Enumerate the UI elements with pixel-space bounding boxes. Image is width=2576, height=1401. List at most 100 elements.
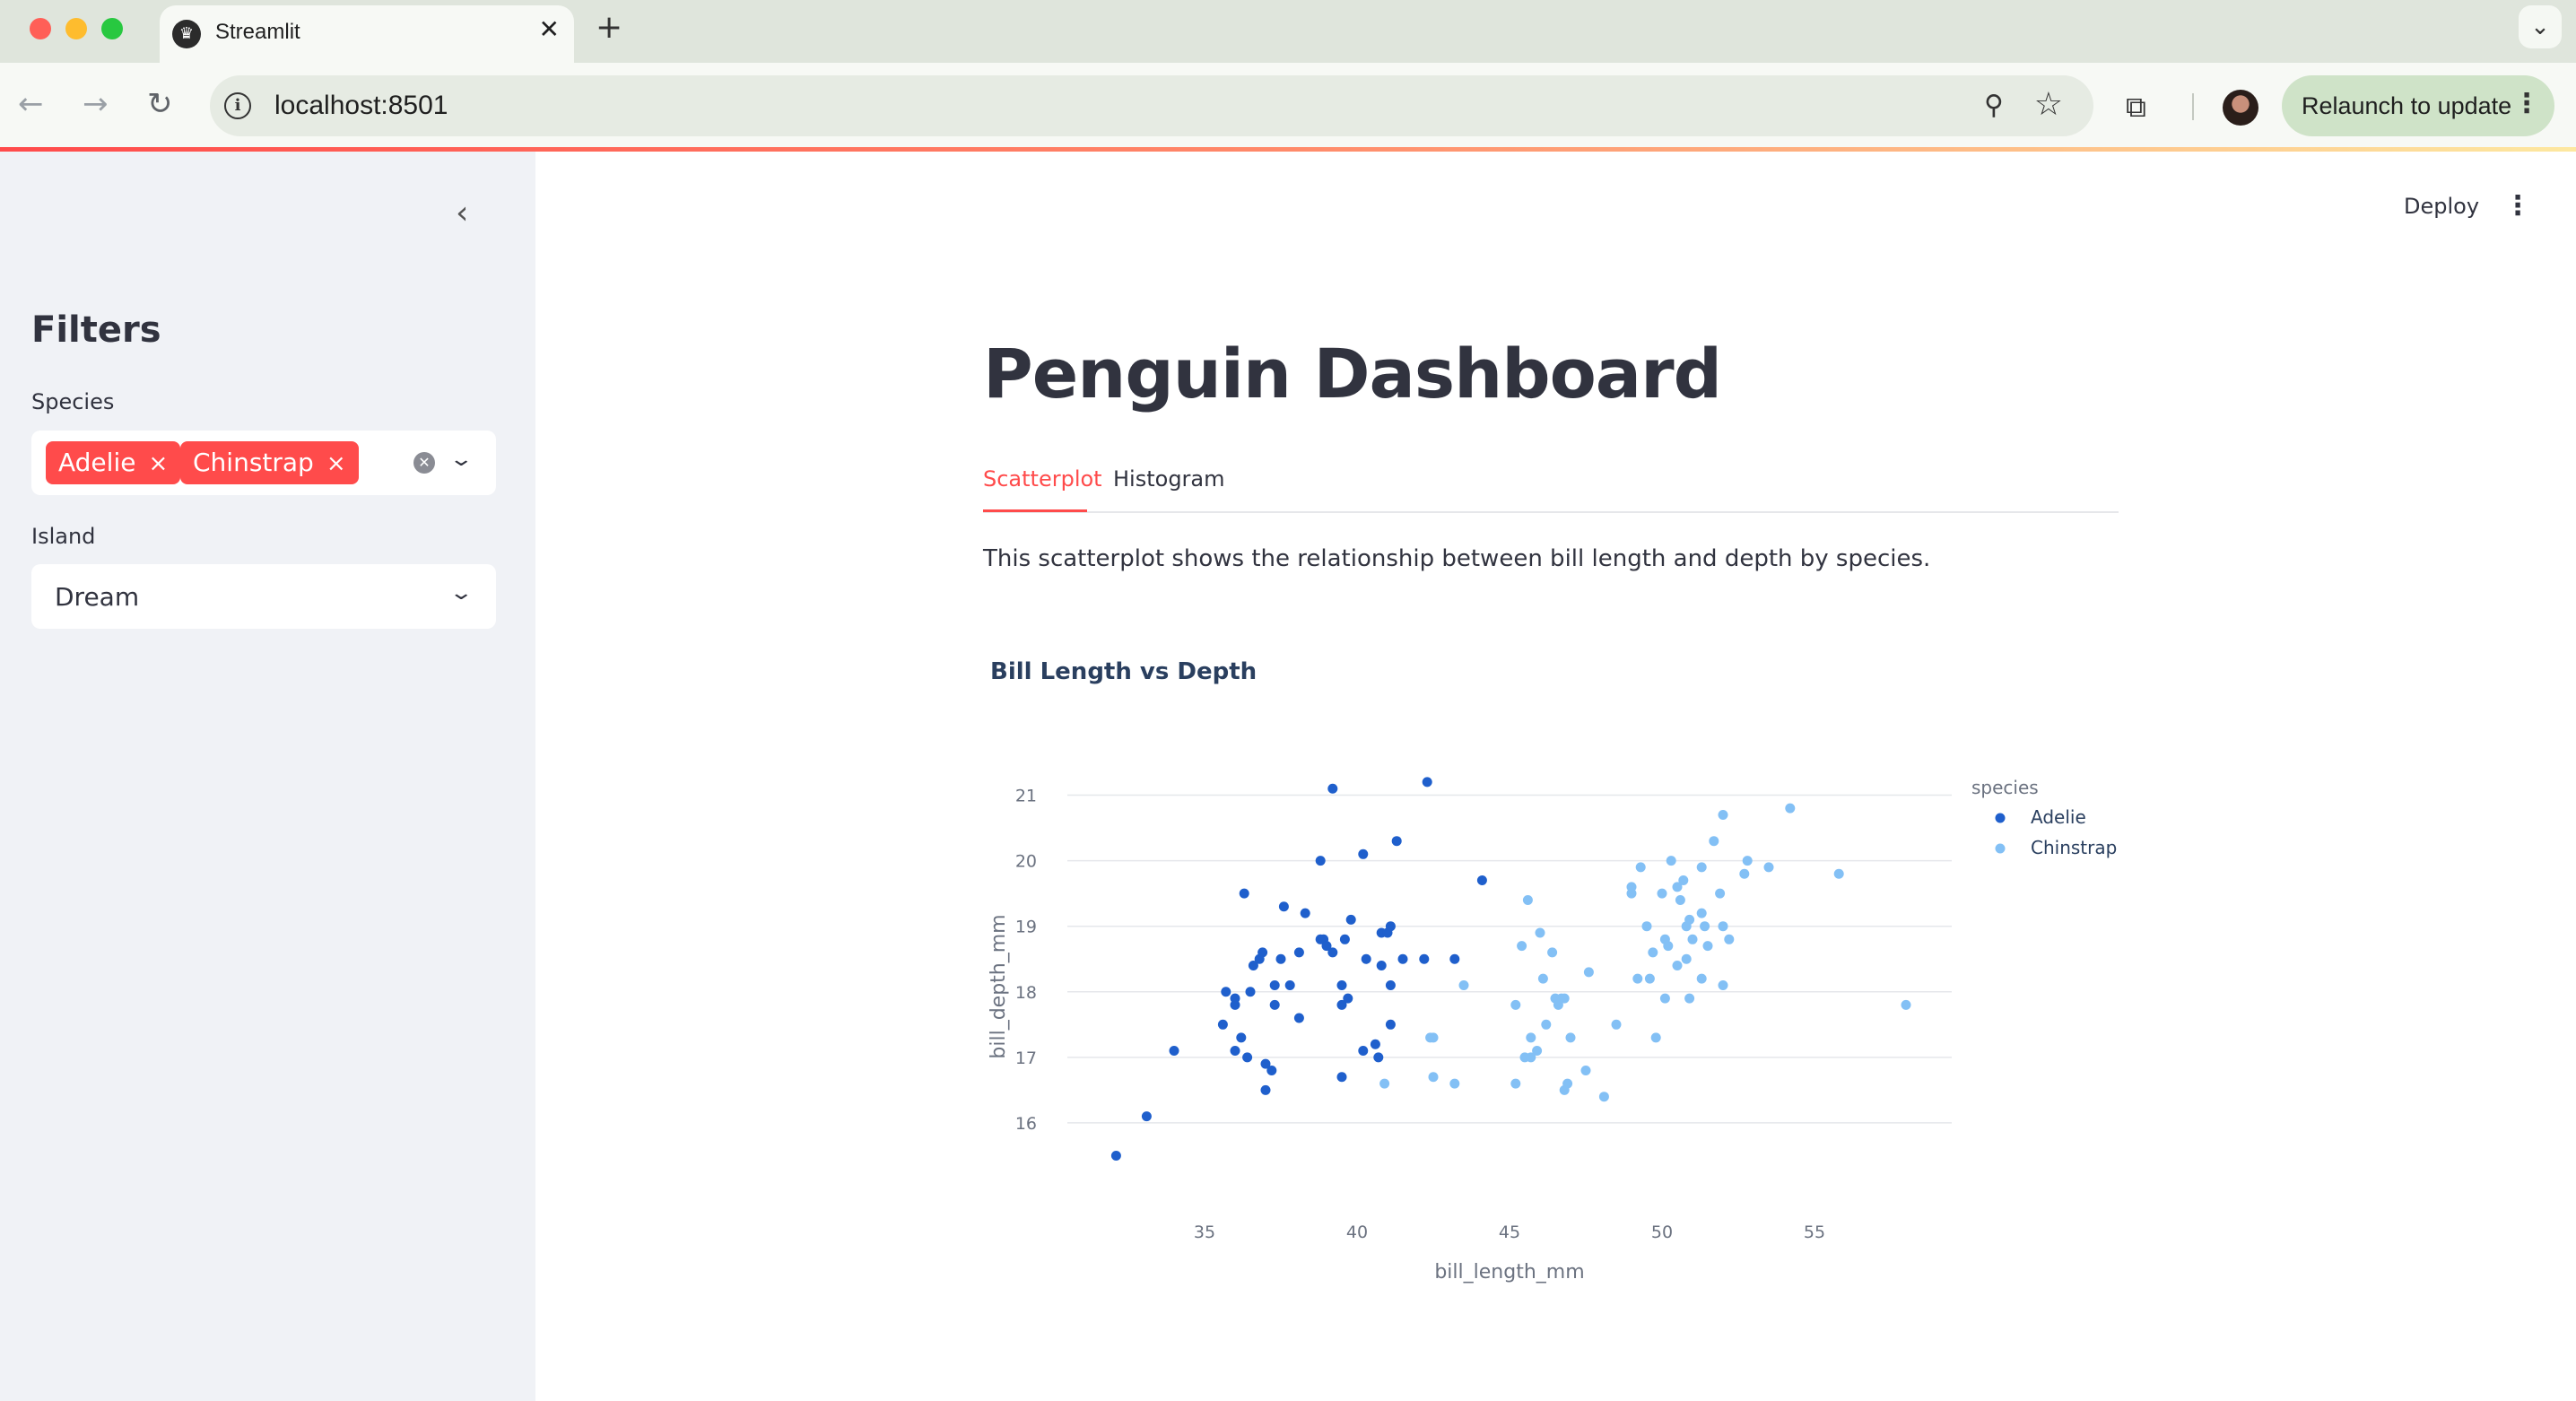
scatter-chart[interactable]: Bill Length vs Depth 16 17 18 19 20 21 35 40 45… (978, 646, 2135, 1292)
data-point-adelie (1239, 888, 1249, 899)
browser-tab[interactable]: ♛ Streamlit ✕ (160, 5, 574, 63)
y-axis-label: bill_depth_mm (988, 914, 1010, 1058)
data-point-adelie (1373, 1052, 1384, 1063)
chevron-down-icon[interactable]: ⌄ (448, 582, 474, 605)
window-minimize-button[interactable] (65, 18, 87, 39)
species-label: Species (31, 389, 115, 414)
data-point-chinstrap (1641, 921, 1652, 932)
deploy-button[interactable]: Deploy (2404, 194, 2479, 219)
island-label: Island (31, 524, 96, 549)
data-point-chinstrap (1833, 868, 1844, 879)
tab-scatterplot[interactable]: Scatterplot (983, 466, 1102, 492)
back-arrow-icon[interactable]: ← (18, 84, 44, 124)
window-maximize-button[interactable] (101, 18, 123, 39)
chevron-down-icon[interactable]: ⌄ (448, 448, 474, 471)
site-info-icon[interactable]: i (224, 92, 251, 119)
data-point-adelie (1419, 953, 1430, 964)
y-tick-label: 17 (1015, 1049, 1037, 1068)
data-point-adelie (1269, 979, 1280, 990)
data-point-chinstrap (1785, 803, 1796, 814)
chip-label: Chinstrap (193, 448, 314, 477)
x-tick-label: 50 (1651, 1223, 1673, 1242)
data-point-chinstrap (1702, 941, 1713, 952)
chart-title: Bill Length vs Depth (990, 658, 1257, 685)
data-point-chinstrap (1510, 999, 1521, 1010)
x-tick-label: 40 (1346, 1223, 1368, 1242)
chart-points (1110, 777, 1911, 1161)
data-point-adelie (1293, 947, 1304, 958)
data-point-chinstrap (1541, 1019, 1552, 1030)
reload-icon[interactable]: ↻ (147, 84, 173, 124)
data-point-chinstrap (1657, 888, 1667, 899)
y-tick-label: 19 (1015, 918, 1037, 937)
zoom-icon[interactable]: ⚲ (1984, 90, 2004, 121)
data-point-adelie (1336, 979, 1347, 990)
data-point-adelie (1230, 1046, 1240, 1057)
page-title: Penguin Dashboard (983, 334, 1722, 413)
data-point-adelie (1476, 875, 1487, 886)
x-axis-label: bill_length_mm (1434, 1261, 1584, 1284)
data-point-adelie (1376, 961, 1387, 971)
clear-all-icon[interactable]: ✕ (413, 452, 435, 474)
data-point-adelie (1315, 856, 1326, 866)
data-point-chinstrap (1681, 953, 1692, 964)
data-point-chinstrap (1537, 973, 1548, 984)
relaunch-button[interactable]: Relaunch to update ⋮ (2282, 75, 2554, 136)
data-point-chinstrap (1644, 973, 1655, 984)
island-select[interactable]: Dream ⌄ (31, 564, 496, 629)
tab-close-icon[interactable]: ✕ (539, 14, 560, 44)
x-axis-ticks: 35 40 45 50 55 (1194, 1223, 1825, 1242)
legend-marker-adelie (1995, 813, 2006, 823)
data-point-chinstrap (1684, 993, 1695, 1004)
x-tick-label: 55 (1804, 1223, 1825, 1242)
data-point-chinstrap (1724, 934, 1735, 944)
data-point-adelie (1236, 1032, 1247, 1043)
data-point-adelie (1300, 908, 1310, 918)
collapse-sidebar-icon[interactable]: ‹ (456, 195, 468, 231)
tab-search-chevron-icon[interactable]: ⌄ (2519, 5, 2562, 48)
data-point-chinstrap (1535, 927, 1545, 938)
extensions-icon[interactable]: ⧉ (2126, 90, 2146, 125)
data-point-chinstrap (1510, 1078, 1521, 1089)
tab-description: This scatterplot shows the relationship … (983, 545, 1931, 572)
data-point-adelie (1343, 993, 1353, 1004)
data-point-adelie (1269, 999, 1280, 1010)
data-point-adelie (1110, 1150, 1121, 1161)
data-point-adelie (1217, 1019, 1228, 1030)
y-tick-label: 16 (1015, 1114, 1037, 1134)
data-point-chinstrap (1742, 856, 1753, 866)
bookmark-star-icon[interactable]: ☆ (2034, 86, 2063, 123)
data-point-chinstrap (1517, 941, 1527, 952)
chip-remove-icon[interactable]: × (326, 450, 346, 477)
island-selected-value: Dream (55, 582, 140, 612)
toolbar-divider (2192, 93, 2194, 120)
data-point-adelie (1266, 1065, 1277, 1075)
data-point-adelie (1327, 947, 1338, 958)
main-menu-icon[interactable]: ⋮ (2504, 190, 2531, 222)
data-point-adelie (1339, 934, 1350, 944)
tab-histogram[interactable]: Histogram (1113, 466, 1225, 492)
data-point-chinstrap (1532, 1046, 1543, 1057)
data-point-adelie (1391, 836, 1402, 847)
data-point-adelie (1385, 921, 1396, 932)
address-bar[interactable]: i localhost:8501 ⚲ ☆ (210, 75, 2093, 136)
forward-arrow-icon[interactable]: → (83, 84, 109, 124)
species-multiselect[interactable]: Adelie × Chinstrap × ✕ ⌄ (31, 431, 496, 495)
data-point-chinstrap (1449, 1078, 1460, 1089)
data-point-chinstrap (1739, 868, 1750, 879)
more-vertical-icon[interactable]: ⋮ (2513, 88, 2540, 119)
data-point-chinstrap (1428, 1032, 1439, 1043)
url-text[interactable]: localhost:8501 (274, 91, 448, 121)
data-point-chinstrap (1611, 1019, 1622, 1030)
chart-legend[interactable]: species Adelie Chinstrap (1971, 777, 2117, 858)
data-point-chinstrap (1635, 862, 1646, 873)
chip-remove-icon[interactable]: × (148, 450, 168, 477)
data-point-adelie (1370, 1039, 1380, 1049)
window-close-button[interactable] (30, 18, 51, 39)
profile-avatar[interactable] (2223, 90, 2258, 126)
new-tab-icon[interactable]: + (596, 9, 622, 46)
y-tick-label: 20 (1015, 852, 1037, 872)
legend-label-adelie: Adelie (2031, 806, 2086, 828)
data-point-adelie (1230, 993, 1240, 1004)
data-point-chinstrap (1526, 1032, 1536, 1043)
